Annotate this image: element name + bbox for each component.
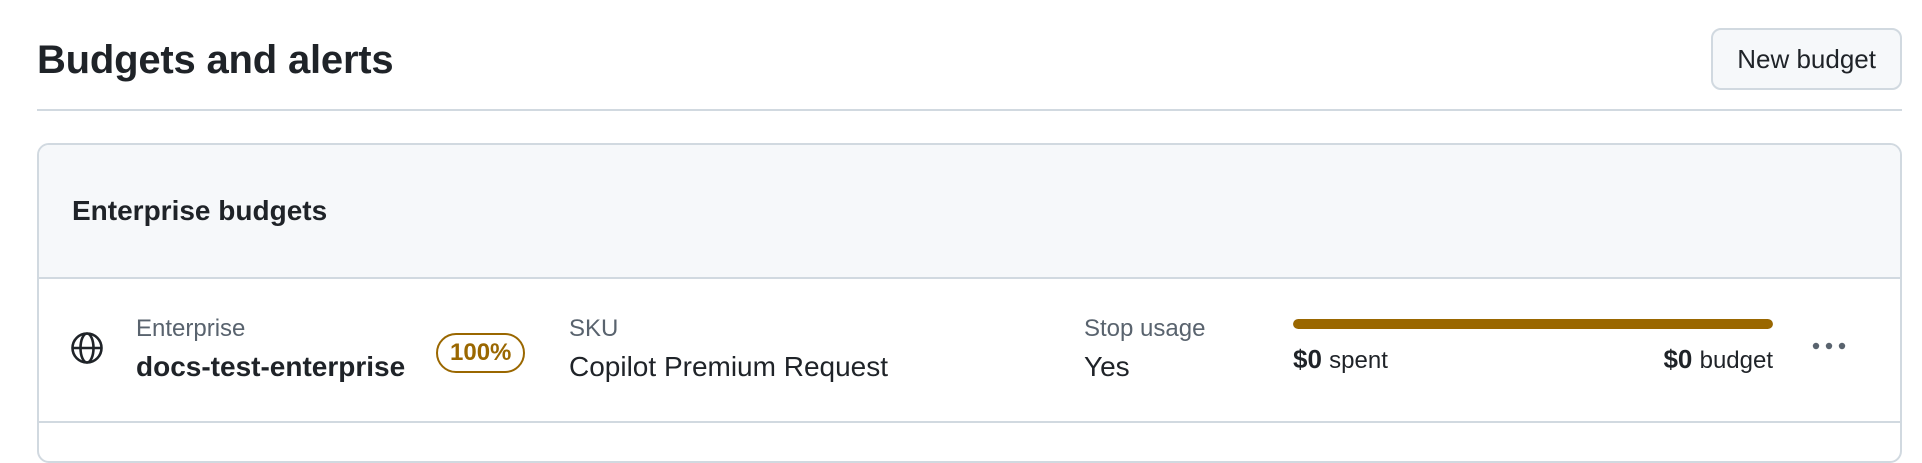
new-budget-button[interactable]: New budget [1711, 28, 1902, 90]
percent-badge: 100% [436, 333, 526, 373]
stop-usage-value: Yes [1084, 351, 1130, 382]
budget-progress-fill [1293, 319, 1773, 329]
row-actions-button[interactable] [1804, 325, 1854, 367]
budget-row: Enterprise docs-test-enterprise 100% SKU… [39, 279, 1900, 423]
budget-value: $0 [1663, 344, 1693, 374]
page-title: Budgets and alerts [37, 38, 394, 82]
card-header: Enterprise budgets [39, 145, 1900, 279]
budgets-page: Budgets and alerts New budget Enterprise… [37, 0, 1902, 463]
page-header: Budgets and alerts New budget [37, 0, 1902, 111]
card-title: Enterprise budgets [72, 195, 328, 226]
kebab-horizontal-icon [1812, 342, 1846, 350]
globe-icon [70, 331, 104, 365]
sku-label: SKU [569, 315, 619, 342]
scope-value: docs-test-enterprise [136, 351, 406, 382]
enterprise-budgets-card: Enterprise budgets Enterprise docs-test-… [37, 143, 1902, 463]
sku-value: Copilot Premium Request [569, 351, 889, 382]
stop-usage-label: Stop usage [1084, 315, 1206, 342]
budget-progress-bar [1293, 319, 1773, 329]
scope-label: Enterprise [136, 315, 246, 342]
budget-amount: $0 budget [1293, 343, 1773, 377]
budget-unit: budget [1699, 347, 1773, 374]
